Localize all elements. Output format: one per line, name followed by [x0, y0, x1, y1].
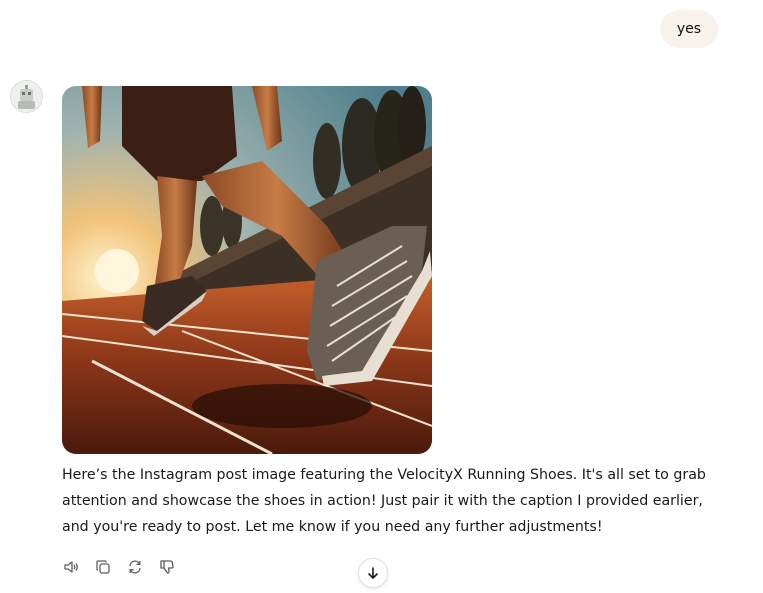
assistant-avatar-icon	[11, 81, 42, 112]
assistant-message-text: Here’s the Instagram post image featurin…	[62, 467, 706, 535]
running-shoes-photo	[62, 86, 432, 454]
message-actions	[62, 558, 176, 576]
user-message-text: yes	[676, 21, 702, 37]
generated-image[interactable]	[62, 86, 432, 454]
chat-page: yes Here’s the Instagram post image feat…	[0, 0, 763, 593]
assistant-avatar	[10, 80, 43, 113]
thumbs-down-icon	[160, 560, 174, 574]
read-aloud-button[interactable]	[62, 558, 80, 576]
user-message-bubble: yes	[660, 10, 718, 48]
arrow-down-icon	[368, 567, 378, 579]
regenerate-button[interactable]	[126, 558, 144, 576]
scroll-to-bottom-button[interactable]	[358, 558, 388, 588]
thumbs-down-button[interactable]	[158, 558, 176, 576]
copy-icon	[96, 560, 110, 574]
speaker-icon	[64, 561, 78, 573]
regenerate-icon	[129, 560, 141, 574]
copy-button[interactable]	[94, 558, 112, 576]
